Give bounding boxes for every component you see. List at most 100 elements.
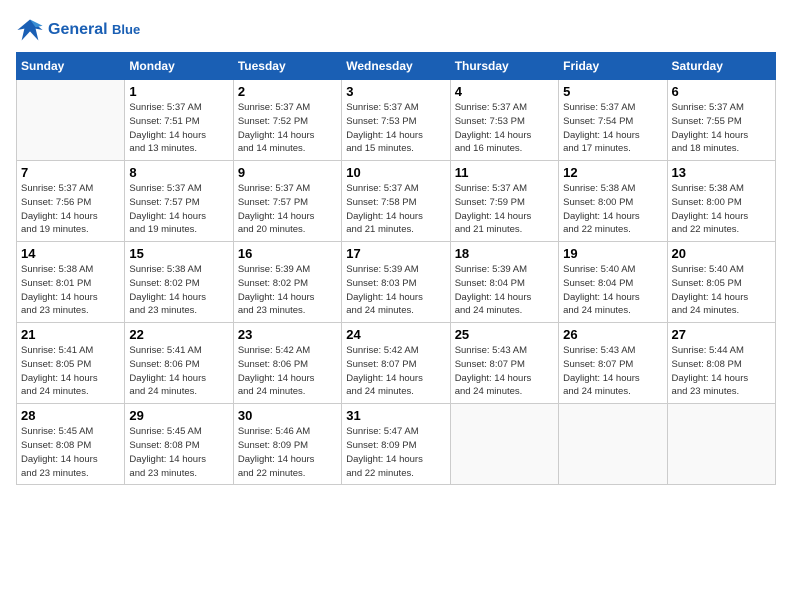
- day-number: 23: [238, 327, 337, 342]
- day-info: Sunrise: 5:42 AM Sunset: 8:06 PM Dayligh…: [238, 344, 337, 399]
- day-number: 27: [672, 327, 771, 342]
- calendar-cell: 2 Sunrise: 5:37 AM Sunset: 7:52 PM Daylig…: [233, 80, 341, 161]
- day-info: Sunrise: 5:37 AM Sunset: 7:55 PM Dayligh…: [672, 101, 771, 156]
- week-row-2: 7Sunrise: 5:37 AM Sunset: 7:56 PM Daylig…: [17, 161, 776, 242]
- day-number: 30: [238, 408, 337, 423]
- day-info: Sunrise: 5:37 AM Sunset: 7:59 PM Dayligh…: [455, 182, 554, 237]
- calendar-cell: 4Sunrise: 5:37 AM Sunset: 7:53 PM Daylig…: [450, 80, 558, 161]
- day-number: 3: [346, 84, 445, 99]
- day-info: Sunrise: 5:38 AM Sunset: 8:00 PM Dayligh…: [563, 182, 662, 237]
- calendar-cell: 24 Sunrise: 5:42 AM Sunset: 8:07 PM Dayli…: [342, 323, 450, 404]
- day-number: 10: [346, 165, 445, 180]
- day-info: Sunrise: 5:40 AM Sunset: 8:04 PM Dayligh…: [563, 263, 662, 318]
- calendar-cell: [559, 404, 667, 485]
- day-info: Sunrise: 5:45 AM Sunset: 8:08 PM Dayligh…: [21, 425, 120, 480]
- day-number: 20: [672, 246, 771, 261]
- day-info: Sunrise: 5:45 AM Sunset: 8:08 PM Dayligh…: [129, 425, 228, 480]
- day-info: Sunrise: 5:38 AM Sunset: 8:02 PM Dayligh…: [129, 263, 228, 318]
- calendar-cell: 3 Sunrise: 5:37 AM Sunset: 7:53 PM Daylig…: [342, 80, 450, 161]
- day-info: Sunrise: 5:44 AM Sunset: 8:08 PM Dayligh…: [672, 344, 771, 399]
- day-number: 22: [129, 327, 228, 342]
- calendar-cell: [667, 404, 775, 485]
- day-info: Sunrise: 5:39 AM Sunset: 8:04 PM Dayligh…: [455, 263, 554, 318]
- day-info: Sunrise: 5:38 AM Sunset: 8:00 PM Dayligh…: [672, 182, 771, 237]
- weekday-header-saturday: Saturday: [667, 53, 775, 80]
- day-number: 6: [672, 84, 771, 99]
- week-row-4: 21Sunrise: 5:41 AM Sunset: 8:05 PM Dayli…: [17, 323, 776, 404]
- calendar-cell: 18 Sunrise: 5:39 AM Sunset: 8:04 PM Dayli…: [450, 242, 558, 323]
- logo: General Blue: [16, 16, 140, 44]
- calendar-cell: 21Sunrise: 5:41 AM Sunset: 8:05 PM Dayli…: [17, 323, 125, 404]
- calendar-cell: 12 Sunrise: 5:38 AM Sunset: 8:00 PM Dayli…: [559, 161, 667, 242]
- day-number: 15: [129, 246, 228, 261]
- day-number: 28: [21, 408, 120, 423]
- day-number: 26: [563, 327, 662, 342]
- day-info: Sunrise: 5:37 AM Sunset: 7:54 PM Dayligh…: [563, 101, 662, 156]
- weekday-header-sunday: Sunday: [17, 53, 125, 80]
- day-number: 8: [129, 165, 228, 180]
- day-number: 29: [129, 408, 228, 423]
- calendar-cell: 6 Sunrise: 5:37 AM Sunset: 7:55 PM Daylig…: [667, 80, 775, 161]
- calendar-cell: 8 Sunrise: 5:37 AM Sunset: 7:57 PM Daylig…: [125, 161, 233, 242]
- calendar-cell: 13 Sunrise: 5:38 AM Sunset: 8:00 PM Dayli…: [667, 161, 775, 242]
- weekday-header-monday: Monday: [125, 53, 233, 80]
- calendar-cell: 20 Sunrise: 5:40 AM Sunset: 8:05 PM Dayli…: [667, 242, 775, 323]
- weekday-header-wednesday: Wednesday: [342, 53, 450, 80]
- day-info: Sunrise: 5:41 AM Sunset: 8:06 PM Dayligh…: [129, 344, 228, 399]
- calendar-cell: 10 Sunrise: 5:37 AM Sunset: 7:58 PM Dayli…: [342, 161, 450, 242]
- logo-icon: [16, 16, 44, 44]
- calendar-cell: 15 Sunrise: 5:38 AM Sunset: 8:02 PM Dayli…: [125, 242, 233, 323]
- day-number: 4: [455, 84, 554, 99]
- day-info: Sunrise: 5:43 AM Sunset: 8:07 PM Dayligh…: [455, 344, 554, 399]
- day-info: Sunrise: 5:46 AM Sunset: 8:09 PM Dayligh…: [238, 425, 337, 480]
- calendar-cell: 29 Sunrise: 5:45 AM Sunset: 8:08 PM Dayli…: [125, 404, 233, 485]
- week-row-1: 1Sunrise: 5:37 AM Sunset: 7:51 PM Daylig…: [17, 80, 776, 161]
- day-number: 31: [346, 408, 445, 423]
- day-number: 14: [21, 246, 120, 261]
- calendar-cell: 23 Sunrise: 5:42 AM Sunset: 8:06 PM Dayli…: [233, 323, 341, 404]
- header: General Blue: [16, 16, 776, 44]
- day-info: Sunrise: 5:37 AM Sunset: 7:57 PM Dayligh…: [129, 182, 228, 237]
- day-info: Sunrise: 5:37 AM Sunset: 7:58 PM Dayligh…: [346, 182, 445, 237]
- day-number: 25: [455, 327, 554, 342]
- day-info: Sunrise: 5:37 AM Sunset: 7:51 PM Dayligh…: [129, 101, 228, 156]
- day-number: 11: [455, 165, 554, 180]
- day-number: 18: [455, 246, 554, 261]
- calendar-cell: 25 Sunrise: 5:43 AM Sunset: 8:07 PM Dayli…: [450, 323, 558, 404]
- day-number: 17: [346, 246, 445, 261]
- day-info: Sunrise: 5:43 AM Sunset: 8:07 PM Dayligh…: [563, 344, 662, 399]
- day-info: Sunrise: 5:37 AM Sunset: 7:57 PM Dayligh…: [238, 182, 337, 237]
- weekday-header-thursday: Thursday: [450, 53, 558, 80]
- calendar-cell: 22 Sunrise: 5:41 AM Sunset: 8:06 PM Dayli…: [125, 323, 233, 404]
- calendar-cell: 19 Sunrise: 5:40 AM Sunset: 8:04 PM Dayli…: [559, 242, 667, 323]
- calendar-cell: 1Sunrise: 5:37 AM Sunset: 7:51 PM Daylig…: [125, 80, 233, 161]
- day-info: Sunrise: 5:39 AM Sunset: 8:02 PM Dayligh…: [238, 263, 337, 318]
- weekday-header-friday: Friday: [559, 53, 667, 80]
- day-info: Sunrise: 5:38 AM Sunset: 8:01 PM Dayligh…: [21, 263, 120, 318]
- day-number: 12: [563, 165, 662, 180]
- calendar-cell: 28 Sunrise: 5:45 AM Sunset: 8:08 PM Dayli…: [17, 404, 125, 485]
- calendar-cell: 14 Sunrise: 5:38 AM Sunset: 8:01 PM Dayli…: [17, 242, 125, 323]
- day-number: 7: [21, 165, 120, 180]
- day-number: 19: [563, 246, 662, 261]
- calendar-cell: 26 Sunrise: 5:43 AM Sunset: 8:07 PM Dayli…: [559, 323, 667, 404]
- day-info: Sunrise: 5:37 AM Sunset: 7:53 PM Dayligh…: [346, 101, 445, 156]
- week-row-5: 28 Sunrise: 5:45 AM Sunset: 8:08 PM Dayli…: [17, 404, 776, 485]
- calendar-cell: 16 Sunrise: 5:39 AM Sunset: 8:02 PM Dayli…: [233, 242, 341, 323]
- day-info: Sunrise: 5:47 AM Sunset: 8:09 PM Dayligh…: [346, 425, 445, 480]
- day-info: Sunrise: 5:37 AM Sunset: 7:52 PM Dayligh…: [238, 101, 337, 156]
- calendar-cell: 31 Sunrise: 5:47 AM Sunset: 8:09 PM Dayli…: [342, 404, 450, 485]
- day-info: Sunrise: 5:40 AM Sunset: 8:05 PM Dayligh…: [672, 263, 771, 318]
- calendar-cell: 30 Sunrise: 5:46 AM Sunset: 8:09 PM Dayli…: [233, 404, 341, 485]
- day-number: 13: [672, 165, 771, 180]
- day-number: 2: [238, 84, 337, 99]
- calendar-cell: 17 Sunrise: 5:39 AM Sunset: 8:03 PM Dayli…: [342, 242, 450, 323]
- day-info: Sunrise: 5:42 AM Sunset: 8:07 PM Dayligh…: [346, 344, 445, 399]
- calendar-cell: [450, 404, 558, 485]
- day-number: 9: [238, 165, 337, 180]
- day-number: 24: [346, 327, 445, 342]
- day-number: 16: [238, 246, 337, 261]
- weekday-header-tuesday: Tuesday: [233, 53, 341, 80]
- calendar: SundayMondayTuesdayWednesdayThursdayFrid…: [16, 52, 776, 485]
- day-info: Sunrise: 5:39 AM Sunset: 8:03 PM Dayligh…: [346, 263, 445, 318]
